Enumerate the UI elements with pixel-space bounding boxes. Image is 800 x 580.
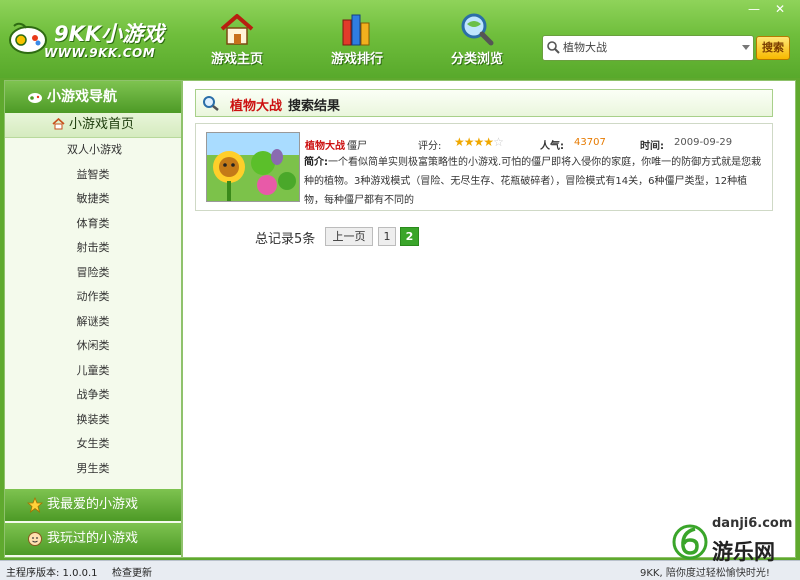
sidebar-item-home[interactable]: 小游戏首页 — [5, 113, 181, 138]
star-full-icon: ★ — [454, 135, 465, 149]
sidebar-item-category[interactable]: 体育类 — [5, 212, 181, 237]
plants-vs-zombies-thumbnail — [207, 133, 299, 201]
game-title-suffix[interactable]: 僵尸 — [347, 137, 367, 152]
app-header: 9KK小游戏 WWW.9KK.COM 游戏主页 游戏排行 分类浏览 — ✕ 植物… — [0, 0, 800, 78]
favorites-label: 我最爱的小游戏 — [47, 497, 139, 512]
sidebar-home-label: 小游戏首页 — [68, 117, 134, 132]
user-face-icon — [28, 532, 42, 546]
sidebar-header-label: 小游戏导航 — [47, 89, 117, 105]
game-title[interactable]: 植物大战 — [305, 137, 345, 152]
sidebar-item-category[interactable]: 休闲类 — [5, 334, 181, 359]
sidebar-item-category[interactable]: 双人小游戏 — [5, 138, 181, 163]
nav-label: 游戏主页 — [210, 52, 263, 67]
sidebar-item-category[interactable]: 女生类 — [5, 432, 181, 457]
sidebar-item-category[interactable]: 解谜类 — [5, 310, 181, 335]
sidebar-item-category[interactable]: 益智类 — [5, 163, 181, 188]
page-1-button[interactable]: 1 — [378, 227, 396, 246]
rating-label: 评分: — [418, 141, 442, 152]
version-text: 主程序版本: 1.0.0.1 — [6, 568, 98, 579]
search-icon — [547, 41, 560, 54]
watermark-logo-icon — [672, 524, 708, 560]
app-logo: 9KK小游戏 WWW.9KK.COM — [8, 14, 168, 64]
sidebar-item-category[interactable]: 男生类 — [5, 457, 181, 482]
sidebar: 小游戏导航 小游戏首页 双人小游戏 益智类 敏捷类 体育类 射击类 冒险类 动作… — [4, 80, 182, 558]
home-icon — [52, 118, 65, 130]
nav-ranking-button[interactable]: 游戏排行 — [312, 8, 402, 70]
minimize-button[interactable]: — — [744, 2, 764, 16]
rating-stars: ★★★★☆ — [454, 135, 504, 149]
category-list: 双人小游戏 益智类 敏捷类 体育类 射击类 冒险类 动作类 解谜类 休闲类 儿童… — [5, 138, 181, 481]
sidebar-played[interactable]: 我玩过的小游戏 — [5, 523, 181, 555]
close-button[interactable]: ✕ — [770, 2, 790, 16]
search-keyword: 植物大战 — [230, 99, 283, 114]
sidebar-item-category[interactable]: 战争类 — [5, 383, 181, 408]
sidebar-item-category[interactable]: 换装类 — [5, 408, 181, 433]
nav-category-browse-button[interactable]: 分类浏览 — [432, 8, 522, 70]
sidebar-item-category[interactable]: 儿童类 — [5, 359, 181, 384]
ranking-books-icon — [342, 14, 370, 46]
nav-label: 分类浏览 — [450, 52, 503, 67]
app-name: 9KK小游戏 — [54, 22, 165, 46]
game-thumbnail[interactable] — [206, 132, 300, 202]
watermark-brand: 游乐网 — [712, 540, 775, 564]
search-result-label: 搜索结果 — [288, 99, 341, 114]
main-panel: 植物大战 搜索结果 植物大战 僵尸 评分: ★★★★☆ 人气: 43707 时间… — [182, 80, 796, 558]
page-2-button-current[interactable]: 2 — [400, 227, 419, 246]
sidebar-item-category[interactable]: 敏捷类 — [5, 187, 181, 212]
time-value: 2009-09-29 — [674, 137, 733, 148]
magnifier-icon — [203, 96, 219, 111]
magnifier-globe-icon — [461, 13, 494, 46]
sidebar-item-category[interactable]: 冒险类 — [5, 261, 181, 286]
popularity-value: 43707 — [574, 137, 606, 148]
house-icon — [220, 14, 254, 45]
sidebar-item-category[interactable]: 射击类 — [5, 236, 181, 261]
app-url: WWW.9KK.COM — [44, 46, 156, 60]
watermark-domain: danji6.com — [712, 516, 793, 531]
nav-game-home-button[interactable]: 游戏主页 — [192, 8, 282, 70]
sidebar-header[interactable]: 小游戏导航 — [5, 81, 181, 113]
search-result-header: 植物大战 搜索结果 — [195, 89, 773, 117]
gamepad-logo-icon — [9, 22, 47, 54]
game-description: 简介:一个看似简单实则极富策略性的小游戏.可怕的僵尸即将入侵你的家庭，你唯一的防… — [304, 153, 766, 210]
sidebar-favorites[interactable]: 我最爱的小游戏 — [5, 489, 181, 521]
search-input[interactable] — [563, 38, 731, 56]
search-button[interactable]: 搜索 — [756, 36, 790, 60]
sidebar-item-category[interactable]: 动作类 — [5, 285, 181, 310]
played-label: 我玩过的小游戏 — [47, 531, 139, 546]
star-full-icon: ★ — [483, 135, 494, 149]
time-label: 时间: — [640, 141, 664, 152]
popularity-label: 人气: — [540, 141, 564, 152]
description-text: 一个看似简单实则极富策略性的小游戏.可怕的僵尸即将入侵你的家庭，你唯一的防御方式… — [304, 157, 762, 206]
search-field — [542, 35, 754, 61]
star-empty-icon: ☆ — [493, 135, 504, 149]
gamepad-icon — [28, 93, 42, 103]
watermark: danji6.com 游乐网 — [668, 514, 798, 576]
star-full-icon: ★ — [473, 135, 485, 149]
dropdown-arrow-icon[interactable] — [742, 45, 750, 50]
star-full-icon: ★ — [463, 135, 475, 149]
total-records: 总记录5条 — [255, 232, 316, 247]
star-face-icon — [27, 497, 43, 513]
prev-page-button[interactable]: 上一页 — [325, 227, 373, 246]
check-update-link[interactable]: 检查更新 — [112, 564, 152, 579]
game-result-card[interactable]: 植物大战 僵尸 评分: ★★★★☆ 人气: 43707 时间: 2009-09-… — [195, 123, 773, 211]
description-label: 简介: — [304, 157, 328, 168]
nav-label: 游戏排行 — [330, 52, 383, 67]
